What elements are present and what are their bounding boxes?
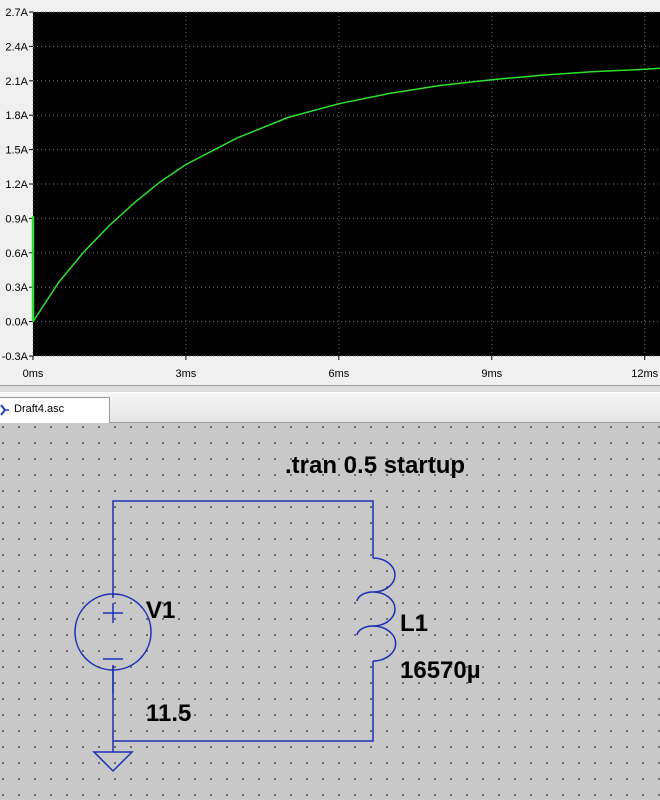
spice-directive[interactable]: .tran 0.5 startup: [285, 452, 465, 479]
y-tick-label: 2.1A: [5, 76, 28, 88]
voltage-source-symbol[interactable]: [74, 531, 152, 693]
y-tick-label: 1.5A: [5, 145, 28, 157]
y-tick-label: 2.4A: [5, 41, 28, 53]
y-tick-label: 0.3A: [5, 282, 28, 294]
schematic-window: Draft4.asc .tran 0.5 startup V1 11.5 L1 …: [0, 393, 660, 800]
x-tick-label: 0ms: [23, 368, 44, 380]
y-tick-label: 0.0A: [5, 317, 28, 329]
tab-draft4[interactable]: Draft4.asc: [0, 397, 110, 423]
x-tick-label: 12ms: [631, 368, 658, 380]
x-axis: 0ms 3ms 6ms 9ms 12ms: [23, 356, 659, 380]
source-name[interactable]: V1: [146, 597, 175, 624]
schematic-drawing[interactable]: .tran 0.5 startup V1 11.5 L1 16570µ: [0, 423, 660, 800]
y-tick-label: 1.8A: [5, 110, 28, 122]
wire-top[interactable]: [112, 500, 374, 558]
inductor-name[interactable]: L1: [400, 610, 428, 637]
y-tick-label: 0.6A: [5, 248, 28, 260]
waveform-pane[interactable]: 2.7A 2.4A 2.1A 1.8A 1.5A 1.2A 0.9A 0.6A 0.3A 0.0A…: [0, 0, 660, 385]
source-value[interactable]: 11.5: [146, 700, 191, 727]
y-tick-label: -0.3A: [2, 351, 29, 363]
x-tick-label: 9ms: [481, 368, 502, 380]
schematic-canvas[interactable]: .tran 0.5 startup V1 11.5 L1 16570µ: [0, 423, 660, 800]
x-tick-label: 3ms: [176, 368, 197, 380]
y-tick-label: 1.2A: [5, 179, 28, 191]
inductor-symbol[interactable]: [356, 557, 397, 662]
schematic-file-icon: [0, 404, 9, 416]
y-axis: 2.7A 2.4A 2.1A 1.8A 1.5A 1.2A 0.9A 0.6A 0.3A 0.0A…: [2, 7, 33, 363]
tab-label: Draft4.asc: [14, 403, 65, 415]
waveform-plot[interactable]: 2.7A 2.4A 2.1A 1.8A 1.5A 1.2A 0.9A 0.6A 0.3A 0.0A…: [0, 0, 660, 385]
inductor-value[interactable]: 16570µ: [400, 657, 481, 684]
y-tick-label: 0.9A: [5, 213, 28, 225]
tab-bar: Draft4.asc: [0, 393, 660, 423]
x-tick-label: 6ms: [328, 368, 349, 380]
pane-splitter[interactable]: [0, 385, 660, 393]
y-tick-label: 2.7A: [5, 7, 28, 19]
ground-symbol[interactable]: [92, 751, 134, 773]
